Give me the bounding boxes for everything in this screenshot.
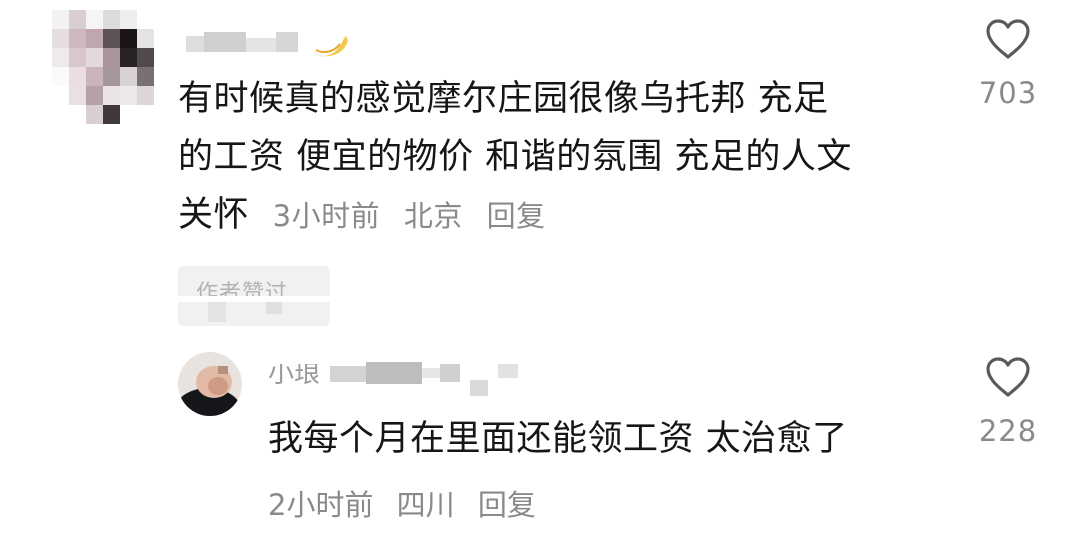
- comment-thread: 有时候真的感觉摩尔庄园很像乌托邦 充足 的工资 便宜的物价 和谐的氛围 充足的人…: [0, 0, 1080, 544]
- reply-time: 2小时前: [268, 488, 374, 522]
- comment-line: 的工资 便宜的物价 和谐的氛围 充足的人文: [178, 137, 852, 177]
- like-button[interactable]: 703: [968, 18, 1048, 110]
- like-count: 228: [978, 414, 1038, 448]
- comment-time: 3小时前: [272, 199, 381, 233]
- comment-location: 北京: [403, 199, 463, 233]
- commenter-avatar[interactable]: [52, 10, 154, 124]
- reply-body: 我每个月在里面还能领工资 太治愈了: [268, 410, 948, 468]
- reply-name-fragment: 小琅: [268, 364, 321, 384]
- comment-last-line: 关怀 3小时前 北京 回复: [178, 186, 958, 245]
- reply-meta: 2小时前 四川 回复: [268, 482, 536, 524]
- author-liked-badge: 作者赞过: [178, 266, 330, 326]
- commenter-name[interactable]: [186, 30, 306, 58]
- reply-name[interactable]: 小琅: [268, 364, 320, 384]
- comment-line: 关怀: [178, 195, 250, 235]
- reply-line: 我每个月在里面还能领工资 太治愈了: [268, 419, 848, 459]
- comment-meta: 3小时前 北京 回复: [273, 199, 546, 233]
- heart-outline-icon: [986, 357, 1030, 397]
- comment-body: 有时候真的感觉摩尔庄园很像乌托邦 充足 的工资 便宜的物价 和谐的氛围 充足的人…: [178, 70, 958, 245]
- comment-line: 有时候真的感觉摩尔庄园很像乌托邦 充足: [178, 79, 829, 119]
- reply-button[interactable]: 回复: [487, 199, 546, 233]
- reply-avatar[interactable]: [178, 352, 242, 416]
- like-count: 703: [978, 76, 1038, 110]
- reply-name-censor: [330, 360, 540, 400]
- reply-like-button[interactable]: 228: [968, 356, 1048, 448]
- crown-badge-icon: [312, 36, 348, 57]
- reply-location: 四川: [396, 488, 455, 522]
- heart-outline-icon: [986, 19, 1030, 59]
- reply-reply-button[interactable]: 回复: [478, 488, 536, 522]
